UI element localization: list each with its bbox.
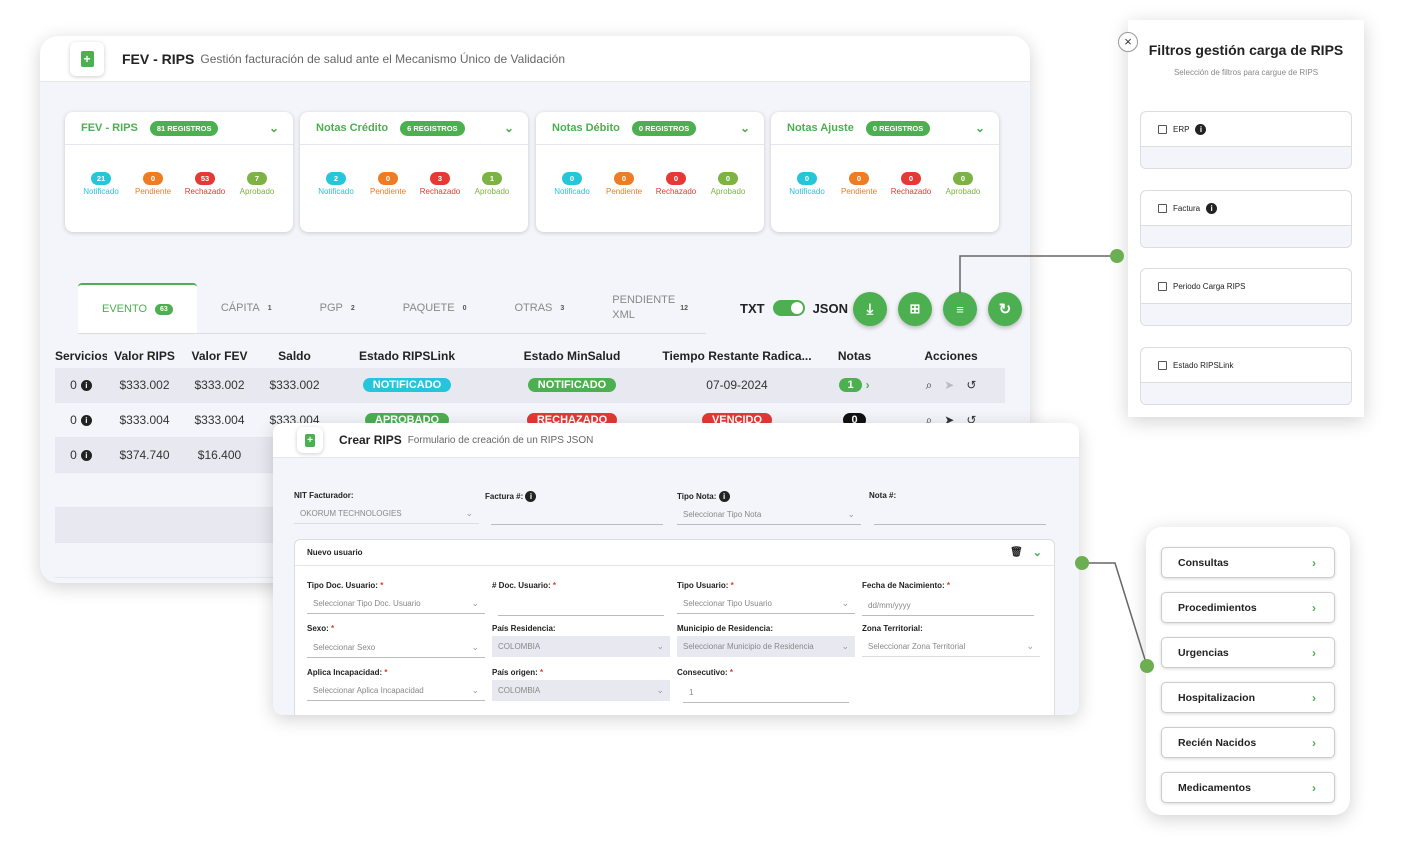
connector-dot xyxy=(1075,556,1089,570)
connector-lines xyxy=(959,255,1148,667)
close-icon[interactable]: × xyxy=(1118,32,1138,52)
connector-dot xyxy=(1110,249,1124,263)
connector-dot xyxy=(1140,659,1154,673)
